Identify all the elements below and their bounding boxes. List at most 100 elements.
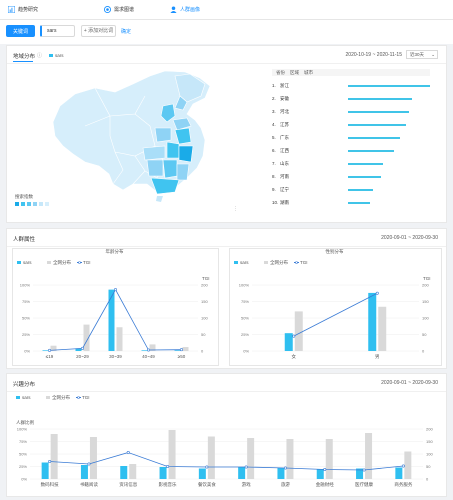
y-tick-label: 25% bbox=[22, 332, 30, 337]
rank-province: 江苏 bbox=[280, 122, 289, 127]
y2-tick-label: 200 bbox=[422, 283, 429, 288]
chart-icon bbox=[8, 6, 15, 13]
y-tick-label: 50% bbox=[241, 316, 249, 321]
y-tick-label: 50% bbox=[19, 452, 27, 457]
y-tick-label: 0% bbox=[24, 349, 30, 354]
keyword-input[interactable]: sars bbox=[40, 25, 75, 37]
y2-axis-label: TGI bbox=[202, 276, 210, 281]
rank-number: 4. bbox=[272, 122, 276, 127]
rank-row: 9. 辽宁 bbox=[272, 187, 432, 193]
y-tick-label: 50% bbox=[22, 316, 30, 321]
x-tick-label: ≥50 bbox=[178, 354, 186, 359]
bar-all bbox=[129, 464, 137, 479]
chevron-down-icon: ⌄ bbox=[431, 52, 435, 57]
bar-sars bbox=[42, 350, 49, 351]
rank-number: 5. bbox=[272, 135, 276, 140]
nav-item-portrait[interactable]: 人群画像 bbox=[170, 6, 200, 13]
bar-all bbox=[247, 438, 255, 479]
rank-bar bbox=[348, 150, 394, 152]
y2-tick-label: 0 bbox=[201, 349, 204, 354]
x-tick-label: 商务服务 bbox=[394, 481, 412, 488]
tgi-point bbox=[401, 464, 405, 468]
rank-row: 10. 湖南 bbox=[272, 200, 432, 206]
range-select[interactable]: 近30天 ⌄ bbox=[406, 50, 438, 59]
tgi-point bbox=[205, 465, 209, 469]
rank-row: 2. 安徽 bbox=[272, 96, 432, 102]
legend-label: TGI bbox=[82, 395, 90, 400]
x-tick-label: 影视音乐 bbox=[159, 481, 177, 488]
legend-swatch bbox=[46, 396, 50, 399]
add-compare-button[interactable]: + 添加对比词 bbox=[81, 25, 116, 37]
attributes-date-range: 2020-09-01 ~ 2020-09-30 bbox=[381, 235, 438, 241]
legend-swatch bbox=[295, 261, 298, 264]
rank-number: 1. bbox=[272, 83, 276, 88]
y-axis-label: 人群比例 bbox=[16, 419, 34, 426]
rank-number: 3. bbox=[272, 109, 276, 114]
rank-province: 河南 bbox=[280, 174, 289, 179]
rank-bar bbox=[348, 137, 400, 139]
legend-swatch bbox=[77, 396, 80, 399]
y-tick-label: 25% bbox=[19, 464, 27, 469]
y2-tick-label: 150 bbox=[422, 299, 429, 304]
nav-item-trend[interactable]: 趋势研究 bbox=[8, 6, 38, 13]
bar-all bbox=[286, 439, 294, 479]
china-heat-map bbox=[52, 70, 211, 202]
age-chart: 年龄分布 sars 全网分布 TGI TGI 100% 200 75% 150 50% 100 25%… bbox=[17, 248, 210, 359]
rank-province: 辽宁 bbox=[280, 187, 289, 192]
x-tick-label: 金融财经 bbox=[316, 481, 334, 488]
y2-tick-label: 200 bbox=[201, 283, 208, 288]
legend-swatch bbox=[16, 396, 20, 399]
tgi-point bbox=[292, 334, 296, 338]
legend-label: sars bbox=[23, 260, 32, 265]
interest-title: 兴趣分布 bbox=[13, 382, 36, 388]
tgi-point bbox=[87, 462, 91, 466]
x-tick-label: 餐饮美食 bbox=[198, 481, 216, 488]
range-select-value: 近30天 bbox=[410, 52, 425, 57]
legend-label: 全网分布 bbox=[270, 259, 288, 266]
confirm-link[interactable]: 确定 bbox=[121, 28, 131, 35]
rank-province: 江西 bbox=[280, 148, 289, 153]
tgi-line bbox=[293, 292, 378, 337]
region-divider bbox=[7, 63, 446, 64]
bar-all bbox=[168, 430, 176, 479]
rank-province: 湖南 bbox=[280, 200, 289, 205]
rank-bar bbox=[348, 111, 409, 113]
bar-sars bbox=[368, 292, 377, 351]
bar-all bbox=[116, 327, 123, 351]
rank-row: 5. 广东 bbox=[272, 135, 432, 141]
rank-bar bbox=[348, 202, 371, 204]
rank-bar bbox=[348, 163, 384, 165]
tgi-point bbox=[362, 468, 366, 472]
tab-area[interactable]: 区域 bbox=[290, 70, 299, 76]
rank-bar bbox=[348, 85, 430, 87]
bar-sars bbox=[108, 289, 115, 351]
region-tab-underline bbox=[13, 61, 33, 62]
legend-swatch bbox=[234, 261, 238, 264]
bar-sars bbox=[238, 467, 246, 479]
y2-tick-label: 100 bbox=[201, 316, 208, 321]
zoom-icon[interactable]: ⋮ bbox=[233, 206, 239, 212]
region-legend: sars bbox=[49, 53, 64, 58]
chart-title: 性别分布 bbox=[326, 248, 344, 255]
y-tick-label: 75% bbox=[22, 299, 30, 304]
rank-row: 8. 河南 bbox=[272, 174, 432, 180]
tab-city[interactable]: 城市 bbox=[304, 70, 313, 76]
rank-table-header: 省份 区域 城市 bbox=[272, 69, 430, 76]
legend-label: 全网分布 bbox=[52, 394, 70, 401]
region-title: 地域分布 bbox=[13, 54, 36, 60]
tgi-line bbox=[49, 452, 404, 471]
rank-province: 安徽 bbox=[280, 96, 289, 101]
tgi-point bbox=[244, 465, 248, 469]
x-tick-label: 20~29 bbox=[76, 354, 89, 359]
nav-item-demand[interactable]: 需求图谱 bbox=[104, 6, 134, 13]
bar-all bbox=[378, 306, 387, 351]
info-icon: ⓘ bbox=[37, 53, 43, 59]
legend-swatch bbox=[49, 54, 53, 58]
rank-province: 河北 bbox=[280, 109, 289, 114]
y-tick-label: 0% bbox=[21, 477, 27, 482]
rank-bar bbox=[348, 124, 407, 126]
x-tick-label: 30~39 bbox=[109, 354, 122, 359]
top-nav: 趋势研究 需求图谱 人群画像 bbox=[0, 0, 453, 20]
keyword-button[interactable]: 关键词 bbox=[6, 25, 35, 37]
tab-province[interactable]: 省份 bbox=[276, 70, 285, 76]
